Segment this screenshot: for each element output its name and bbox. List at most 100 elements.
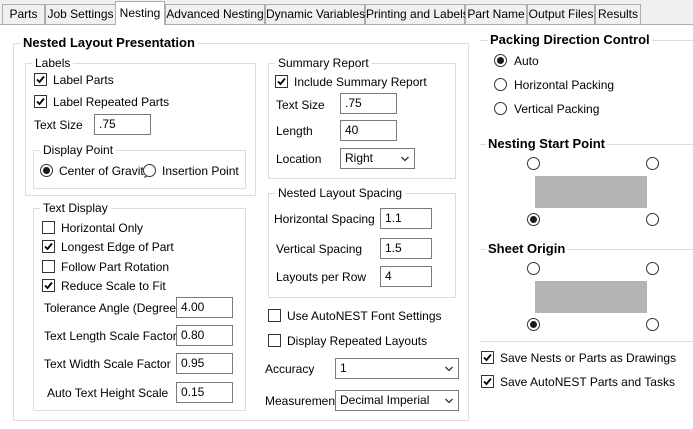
insertion-point-radio[interactable]	[143, 164, 156, 177]
summary-report-title: Summary Report	[275, 56, 372, 70]
follow-rotation-label: Follow Part Rotation	[61, 260, 170, 274]
check-icon	[36, 97, 45, 106]
accuracy-select[interactable]: 1	[335, 358, 459, 379]
tab-label: Job Settings	[47, 7, 114, 21]
tab-advanced-nesting[interactable]: Advanced Nesting	[165, 4, 265, 24]
include-summary-checkbox[interactable]	[275, 75, 288, 88]
check-icon	[483, 377, 492, 386]
tab-nesting[interactable]: Nesting	[115, 1, 165, 25]
layouts-per-row-input[interactable]: 4	[380, 266, 432, 287]
packing-vertical-radio[interactable]	[494, 102, 507, 115]
measurement-value: Decimal Imperial	[340, 393, 430, 407]
nesting-start-sheet-preview	[535, 176, 647, 208]
tab-label: Printing and Labels	[366, 7, 469, 21]
save-divider	[480, 341, 693, 342]
tab-label: Nesting	[119, 6, 161, 20]
tab-label: Results	[597, 7, 638, 21]
use-font-checkbox[interactable]	[268, 309, 281, 322]
labels-text-size-input[interactable]: .75	[94, 114, 151, 135]
center-of-gravity-label: Center of Gravity	[59, 164, 150, 178]
sheet-origin-top-right-radio[interactable]	[646, 262, 659, 275]
accuracy-value: 1	[340, 361, 347, 375]
sheet-origin-top-left-radio[interactable]	[527, 262, 540, 275]
packing-horizontal-label: Horizontal Packing	[514, 78, 615, 92]
packing-auto-radio[interactable]	[494, 54, 507, 67]
tab-results[interactable]: Results	[595, 4, 641, 24]
chevron-down-icon	[401, 156, 409, 162]
save-parts-label: Save AutoNEST Parts and Tasks	[500, 375, 675, 389]
text-length-input[interactable]: 0.80	[176, 325, 233, 346]
label-repeated-parts-checkbox[interactable]	[34, 95, 47, 108]
measurement-label: Measurement	[265, 394, 339, 408]
chevron-down-icon	[445, 366, 453, 372]
tab-divider	[0, 24, 693, 25]
check-icon	[44, 242, 53, 251]
summary-location-value: Right	[345, 151, 374, 165]
summary-location-select[interactable]: Right	[340, 148, 415, 169]
measurement-select[interactable]: Decimal Imperial	[335, 390, 459, 411]
follow-rotation-checkbox[interactable]	[42, 260, 55, 273]
sheet-origin-bottom-right-radio[interactable]	[646, 318, 659, 331]
nested-layout-title: Nested Layout Presentation	[20, 36, 198, 50]
horizontal-only-checkbox[interactable]	[42, 221, 55, 234]
longest-edge-checkbox[interactable]	[42, 240, 55, 253]
label-repeated-parts-label: Label Repeated Parts	[53, 95, 170, 109]
labels-title: Labels	[32, 56, 74, 70]
auto-height-input[interactable]: 0.15	[176, 382, 233, 403]
save-nests-checkbox[interactable]	[481, 351, 494, 364]
display-point-title: Display Point	[40, 143, 117, 157]
chevron-down-icon	[445, 398, 453, 404]
use-font-label: Use AutoNEST Font Settings	[287, 309, 442, 323]
tolerance-angle-input[interactable]: 4.00	[176, 297, 233, 318]
packing-title: Packing Direction Control	[488, 32, 652, 47]
tab-printing-and-labels[interactable]: Printing and Labels	[365, 4, 469, 24]
check-icon	[483, 353, 492, 362]
summary-length-label: Length	[276, 124, 313, 138]
packing-auto-label: Auto	[514, 54, 539, 68]
horizontal-spacing-label: Horizontal Spacing	[274, 212, 375, 226]
sheet-origin-bottom-left-radio[interactable]	[527, 318, 540, 331]
tab-label: Parts	[9, 7, 38, 21]
save-parts-checkbox[interactable]	[481, 375, 494, 388]
tab-job-settings[interactable]: Job Settings	[45, 4, 116, 24]
tab-bar: Parts Job Settings Nesting Advanced Nest…	[0, 0, 693, 25]
vertical-spacing-input[interactable]: 1.5	[380, 238, 432, 259]
label-parts-checkbox[interactable]	[34, 73, 47, 86]
reduce-scale-label: Reduce Scale to Fit	[61, 279, 166, 293]
nesting-start-top-right-radio[interactable]	[646, 157, 659, 170]
tab-dynamic-variables[interactable]: Dynamic Variables	[265, 4, 365, 24]
summary-length-input[interactable]: 40	[340, 120, 397, 141]
tab-output-files[interactable]: Output Files	[527, 4, 595, 24]
auto-height-label: Auto Text Height Scale	[47, 386, 169, 400]
label-parts-label: Label Parts	[53, 73, 114, 87]
save-nests-label: Save Nests or Parts as Drawings	[500, 351, 677, 365]
check-icon	[277, 77, 286, 86]
packing-vertical-label: Vertical Packing	[514, 102, 600, 116]
horizontal-spacing-input[interactable]: 1.1	[380, 208, 432, 229]
sheet-origin-title: Sheet Origin	[486, 241, 568, 256]
display-repeated-label: Display Repeated Layouts	[287, 334, 428, 348]
nesting-start-bottom-left-radio[interactable]	[527, 213, 540, 226]
accuracy-label: Accuracy	[265, 362, 315, 376]
summary-text-size-label: Text Size	[276, 98, 325, 112]
labels-text-size-label: Text Size	[34, 118, 83, 132]
summary-text-size-input[interactable]: .75	[340, 93, 397, 114]
tab-part-name[interactable]: Part Name	[465, 4, 527, 24]
check-icon	[36, 75, 45, 84]
center-of-gravity-radio[interactable]	[40, 164, 53, 177]
text-length-label: Text Length Scale Factor	[44, 329, 177, 343]
nesting-start-top-left-radio[interactable]	[527, 157, 540, 170]
reduce-scale-checkbox[interactable]	[42, 279, 55, 292]
text-width-input[interactable]: 0.95	[176, 353, 233, 374]
tab-label: Advanced Nesting	[166, 7, 264, 21]
text-display-title: Text Display	[40, 201, 111, 215]
display-repeated-checkbox[interactable]	[268, 334, 281, 347]
tolerance-angle-label: Tolerance Angle (Degrees)	[44, 301, 187, 315]
layouts-per-row-label: Layouts per Row	[276, 270, 367, 284]
nesting-start-bottom-right-radio[interactable]	[646, 213, 659, 226]
include-summary-label: Include Summary Report	[294, 75, 427, 89]
packing-horizontal-radio[interactable]	[494, 78, 507, 91]
check-icon	[44, 281, 53, 290]
tab-parts[interactable]: Parts	[2, 4, 45, 24]
sheet-origin-sheet-preview	[535, 281, 647, 313]
